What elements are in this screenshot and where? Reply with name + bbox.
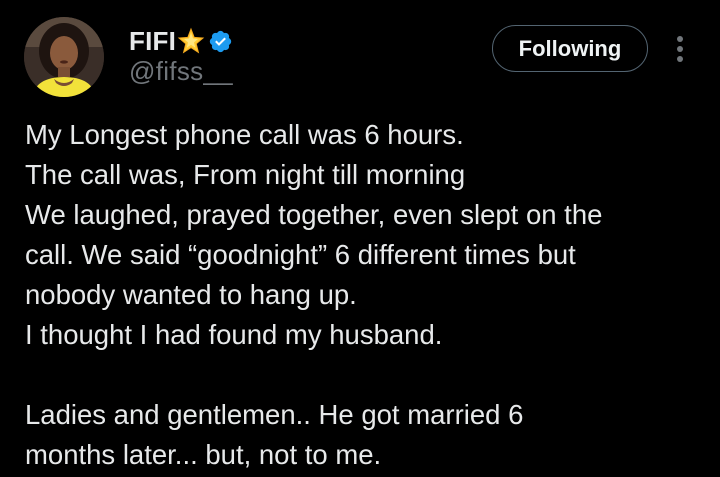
avatar[interactable] (24, 17, 104, 97)
glowing-star-icon (177, 27, 205, 55)
verified-badge-icon[interactable] (208, 29, 233, 54)
display-name[interactable]: FIFI (129, 26, 176, 57)
tweet-text-line: We laughed, prayed together, even slept … (25, 199, 603, 230)
author-info: FIFI @fifss__ (129, 24, 233, 87)
name-row: FIFI (129, 24, 233, 58)
tweet-text-line: call. We said “goodnight” 6 different ti… (25, 239, 576, 270)
tweet: FIFI @fifss__ Following My Longest phone… (0, 0, 720, 477)
more-vertical-icon[interactable] (668, 33, 692, 65)
tweet-text-line: The call was, From night till morning (25, 159, 466, 190)
tweet-text-line: Ladies and gentlemen.. He got married 6 (25, 399, 524, 430)
tweet-text-line: My Longest phone call was 6 hours. (25, 119, 464, 150)
tweet-text: My Longest phone call was 6 hours. The c… (25, 115, 705, 475)
author-handle[interactable]: @fifss__ (129, 56, 233, 87)
tweet-text-line: I thought I had found my husband. (25, 319, 443, 350)
tweet-header: FIFI @fifss__ Following (0, 0, 720, 110)
avatar-image (24, 17, 104, 97)
tweet-text-line: nobody wanted to hang up. (25, 279, 357, 310)
paragraph-break (25, 355, 705, 395)
following-button[interactable]: Following (492, 25, 648, 72)
tweet-text-line: months later... but, not to me. (25, 439, 382, 470)
